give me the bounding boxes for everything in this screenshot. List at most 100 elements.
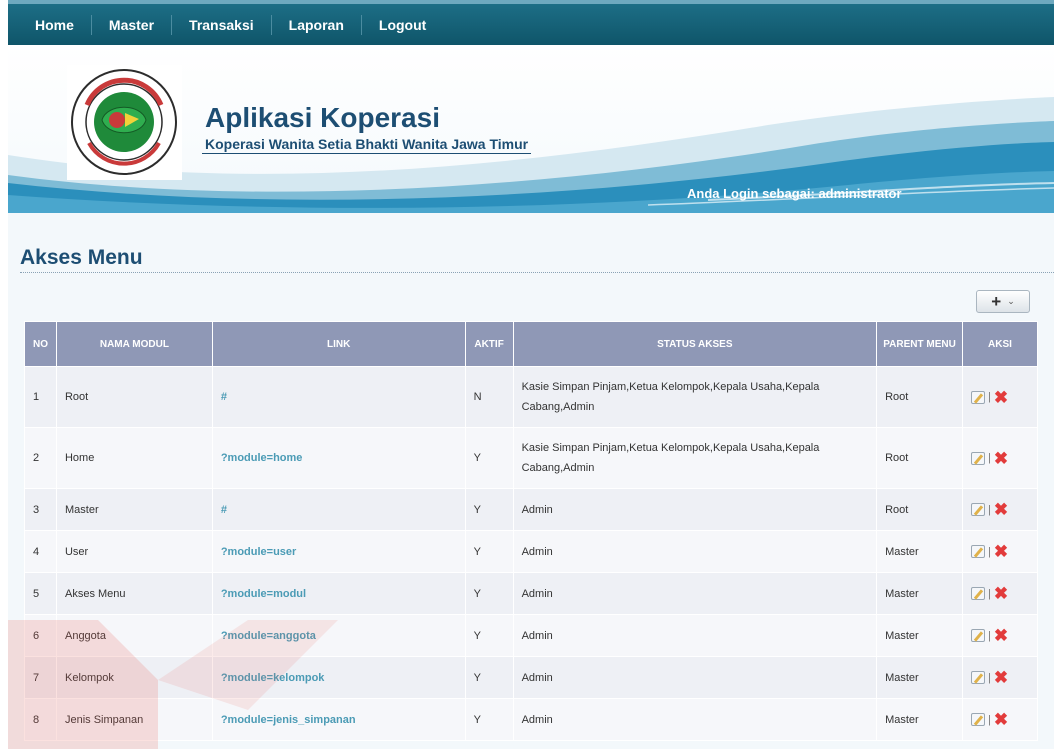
cell-aksi: | ✖	[962, 656, 1038, 699]
akses-menu-table: NO NAMA MODUL LINK AKTIF STATUS AKSES PA…	[24, 321, 1038, 741]
cell-aktif: Y	[464, 488, 514, 531]
table-row: 8 Jenis Simpanan ?module=jenis_simpanan Y Ad…	[24, 698, 1038, 741]
row-actions: | ✖	[971, 501, 1029, 518]
cell-link[interactable]: ?module=home	[211, 427, 466, 489]
cell-link[interactable]: #	[211, 366, 466, 428]
cell-no: 7	[24, 656, 57, 699]
col-aktif[interactable]: AKTIF	[464, 321, 514, 367]
edit-icon[interactable]	[971, 503, 985, 516]
action-separator: |	[988, 503, 991, 516]
cell-aksi: | ✖	[962, 698, 1038, 741]
col-parent-menu[interactable]: PARENT MENU	[876, 321, 963, 367]
cell-status-akses: Admin	[512, 698, 878, 741]
cell-nama-modul: Master	[55, 488, 213, 531]
cell-status-akses: Admin	[512, 656, 878, 699]
nav-logout[interactable]: Logout	[362, 15, 443, 35]
col-status-akses[interactable]: STATUS AKSES	[512, 321, 878, 367]
cell-status-akses: Admin	[512, 572, 878, 615]
delete-icon[interactable]: ✖	[994, 585, 1008, 602]
cell-aktif: Y	[464, 427, 514, 489]
cell-link[interactable]: ?module=anggota	[211, 614, 466, 657]
row-actions: | ✖	[971, 627, 1029, 644]
cell-aktif: Y	[464, 656, 514, 699]
koperasi-logo-icon	[67, 65, 182, 180]
action-separator: |	[988, 452, 991, 464]
cell-aktif: N	[464, 366, 514, 428]
app-subtitle: Koperasi Wanita Setia Bhakti Wanita Jawa…	[202, 136, 532, 154]
edit-icon[interactable]	[971, 451, 985, 465]
cell-no: 1	[24, 366, 57, 428]
table-header-row: NO NAMA MODUL LINK AKTIF STATUS AKSES PA…	[24, 321, 1038, 367]
edit-icon[interactable]	[971, 545, 985, 558]
cell-no: 5	[24, 572, 57, 615]
delete-icon[interactable]: ✖	[994, 669, 1008, 686]
table-row: 4 User ?module=user Y Admin Master | ✖	[24, 530, 1038, 573]
add-button[interactable]: + ⌄	[976, 290, 1030, 313]
edit-icon[interactable]	[971, 713, 985, 726]
login-info: Anda Login sebagai: administrator	[687, 186, 902, 201]
chevron-down-icon: ⌄	[1007, 296, 1015, 306]
cell-parent-menu: Master	[876, 572, 963, 615]
cell-nama-modul: Anggota	[55, 614, 213, 657]
cell-aksi: | ✖	[962, 488, 1038, 531]
row-actions: | ✖	[971, 669, 1029, 686]
cell-link[interactable]: ?module=modul	[211, 572, 466, 615]
cell-nama-modul: User	[55, 530, 213, 573]
cell-link[interactable]: #	[211, 488, 466, 531]
delete-icon[interactable]: ✖	[994, 627, 1008, 644]
cell-nama-modul: Root	[55, 366, 213, 428]
col-no[interactable]: NO	[24, 321, 57, 367]
action-separator: |	[988, 629, 991, 642]
action-separator: |	[988, 545, 991, 558]
edit-icon[interactable]	[971, 629, 985, 642]
table-row: 2 Home ?module=home Y Kasie Simpan Pinjam,Ke…	[24, 427, 1038, 489]
delete-icon[interactable]: ✖	[994, 450, 1008, 467]
app-title: Aplikasi Koperasi	[205, 102, 440, 133]
cell-status-akses: Admin	[512, 614, 878, 657]
cell-nama-modul: Kelompok	[55, 656, 213, 699]
col-link[interactable]: LINK	[211, 321, 466, 367]
cell-aktif: Y	[464, 530, 514, 573]
nav-transaksi[interactable]: Transaksi	[172, 14, 272, 35]
action-separator: |	[988, 713, 991, 726]
action-separator: |	[988, 587, 991, 600]
cell-parent-menu: Root	[876, 488, 963, 531]
cell-link[interactable]: ?module=user	[211, 530, 466, 573]
cell-aksi: | ✖	[962, 572, 1038, 615]
header-banner: Aplikasi Koperasi Koperasi Wanita Setia …	[8, 45, 1054, 213]
cell-aksi: | ✖	[962, 427, 1038, 489]
cell-aksi: | ✖	[962, 614, 1038, 657]
nav-master[interactable]: Master	[92, 14, 173, 35]
cell-status-akses: Kasie Simpan Pinjam,Ketua Kelompok,Kepal…	[512, 427, 878, 489]
delete-icon[interactable]: ✖	[994, 711, 1008, 728]
plus-icon: +	[991, 292, 1002, 311]
cell-parent-menu: Master	[876, 656, 963, 699]
page: Home Master Transaksi Laporan Logout Apl…	[8, 0, 1054, 749]
row-actions: | ✖	[971, 585, 1029, 602]
action-separator: |	[988, 391, 991, 403]
col-nama-modul[interactable]: NAMA MODUL	[55, 321, 213, 367]
delete-icon[interactable]: ✖	[994, 543, 1008, 560]
cell-parent-menu: Master	[876, 614, 963, 657]
delete-icon[interactable]: ✖	[994, 389, 1008, 406]
edit-icon[interactable]	[971, 671, 985, 684]
delete-icon[interactable]: ✖	[994, 501, 1008, 518]
row-actions: | ✖	[971, 711, 1029, 728]
cell-aksi: | ✖	[962, 366, 1038, 428]
cell-link[interactable]: ?module=kelompok	[211, 656, 466, 699]
nav-laporan[interactable]: Laporan	[272, 14, 362, 35]
edit-icon[interactable]	[971, 587, 985, 600]
cell-nama-modul: Jenis Simpanan	[55, 698, 213, 741]
cell-no: 4	[24, 530, 57, 573]
cell-aktif: Y	[464, 698, 514, 741]
table-body: 1 Root # N Kasie Simpan Pinjam,Ketua Kelompo…	[24, 366, 1038, 741]
col-aksi[interactable]: AKSI	[962, 321, 1038, 367]
edit-icon[interactable]	[971, 390, 985, 404]
table-row: 1 Root # N Kasie Simpan Pinjam,Ketua Kelompo…	[24, 366, 1038, 428]
cell-aksi: | ✖	[962, 530, 1038, 573]
page-title: Akses Menu	[20, 246, 143, 269]
table-row: 6 Anggota ?module=anggota Y Admin Master | ✖	[24, 614, 1038, 657]
cell-link[interactable]: ?module=jenis_simpanan	[211, 698, 466, 741]
cell-no: 8	[24, 698, 57, 741]
nav-home[interactable]: Home	[26, 14, 92, 35]
